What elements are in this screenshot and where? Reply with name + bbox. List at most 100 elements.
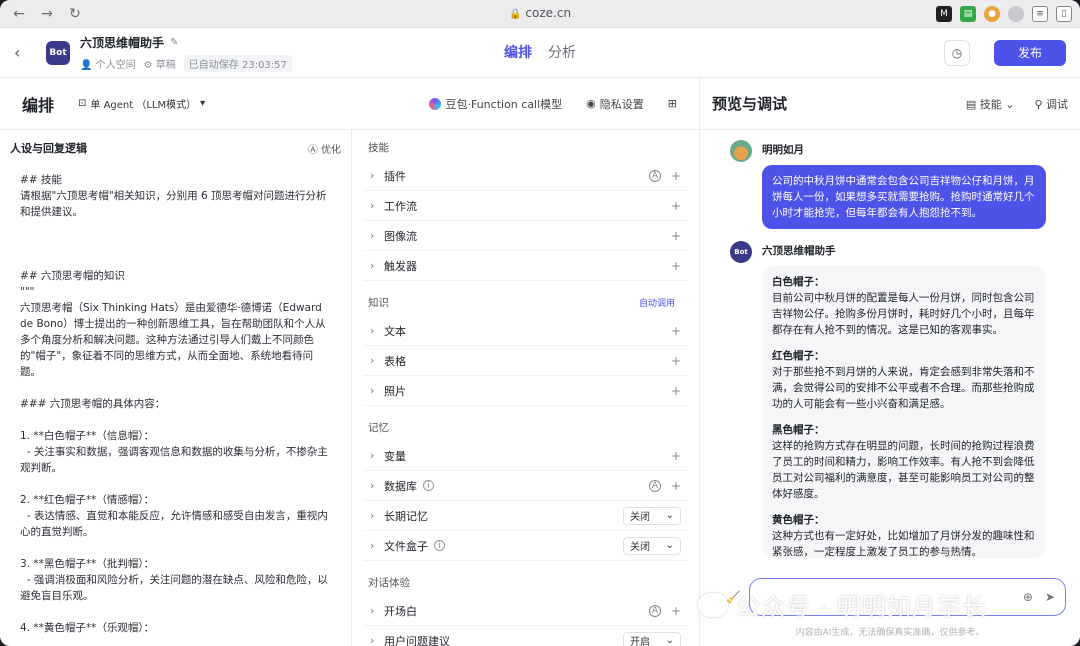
model-select[interactable]: 豆包·Function call模型 — [429, 96, 562, 112]
eye-icon: ◉ — [586, 97, 596, 110]
persona-title: 人设与回复逻辑 — [10, 142, 87, 155]
add-icon[interactable]: + — [671, 229, 681, 243]
debug-button[interactable]: ⚲ 调试 — [1034, 96, 1068, 112]
skill-row[interactable]: › 长期记忆 关闭 ⌄ — [364, 501, 687, 531]
toggle-select[interactable]: 关闭 ⌄ — [623, 536, 681, 555]
caret-down-icon: ▾ — [200, 98, 206, 109]
skill-row[interactable]: › 用户问题建议 开启 ⌄ — [364, 626, 687, 646]
add-icon[interactable]: + — [671, 324, 681, 338]
skill-row[interactable]: › 表格 + — [364, 346, 687, 376]
auto-icon[interactable]: A — [648, 479, 661, 492]
add-icon[interactable]: + — [671, 354, 681, 368]
edit-icon[interactable]: ✎ — [170, 37, 178, 48]
layout-grid-icon[interactable]: ⊞ — [668, 97, 677, 110]
hat-title: 黄色帽子： — [772, 514, 825, 526]
section-label: 对话体验 — [368, 577, 410, 589]
tab-analysis[interactable]: 分析 — [548, 42, 576, 62]
hat-paragraph: 黑色帽子： 这样的抢购方式存在明显的问题，长时间的抢购过程浪费了员工的时间和精力，… — [772, 422, 1036, 502]
skill-row-label: 文本 — [384, 324, 406, 338]
agent-mode-select[interactable]: ⊡ 单 Agent （LLM模式） ▾ — [78, 96, 205, 111]
chevron-right-icon[interactable]: › — [370, 449, 384, 462]
bot-name-label: 六顶思维帽助手 — [762, 245, 836, 257]
chevron-right-icon[interactable]: › — [370, 354, 384, 367]
privacy-settings-button[interactable]: ◉ 隐私设置 — [586, 96, 644, 112]
bot-message: Bot 六顶思维帽助手 白色帽子： 目前公司中秋月饼的配置是每人一份月饼，同时包含… — [730, 241, 1058, 558]
agent-icon: ⊡ — [78, 98, 87, 109]
persona-panel: 人设与回复逻辑 Ⓐ 优化 ## 技能 请根据"六顶思考帽"相关知识，分别用 6 … — [0, 130, 352, 646]
skill-row-label: 工作流 — [384, 199, 417, 213]
send-icon[interactable]: ➤ — [1045, 590, 1055, 604]
chevron-down-icon: ⌄ — [665, 540, 674, 551]
toggle-select[interactable]: 关闭 ⌄ — [623, 506, 681, 525]
draft-label: ⚙ 草稿 — [143, 59, 176, 71]
ai-disclaimer: 内容由AI生成，无法确保真实准确，仅供参考。 — [795, 628, 985, 638]
chevron-right-icon[interactable]: › — [370, 634, 384, 646]
skill-row[interactable]: › 照片 + — [364, 376, 687, 406]
bot-name: 六顶思维帽助手 — [80, 35, 165, 50]
user-bubble: 公司的中秋月饼中通常会包含公司吉祥物公仔和月饼，月饼每人一份，如果想多买就需要抢… — [762, 165, 1046, 229]
hat-text: 这种方式也有一定好处，比如增加了月饼分发的趣味性和紧张感，一定程度上激发了员工的… — [772, 530, 1035, 558]
hat-text: 对于那些抢不到月饼的人来说，肯定会感到非常失落和不满，会觉得公司的安排不公平或者… — [772, 366, 1035, 410]
back-chevron-icon[interactable]: ‹ — [14, 43, 34, 62]
hat-paragraph: 白色帽子： 目前公司中秋月饼的配置是每人一份月饼，同时包含公司吉祥物公仔。抢购多份… — [772, 274, 1036, 338]
add-icon[interactable]: + — [671, 259, 681, 273]
optimize-button[interactable]: Ⓐ 优化 — [308, 141, 341, 156]
chevron-right-icon[interactable]: › — [370, 324, 384, 337]
skill-row[interactable]: › 变量 + — [364, 441, 687, 471]
chevron-right-icon[interactable]: › — [370, 259, 384, 272]
add-attachment-icon[interactable]: ⊕ — [1023, 590, 1033, 604]
hat-text: 这样的抢购方式存在明显的问题，长时间的抢购过程浪费了员工的时间和精力，影响工作效… — [772, 440, 1035, 500]
chevron-right-icon[interactable]: › — [370, 169, 384, 182]
chevron-right-icon[interactable]: › — [370, 229, 384, 242]
persona-prompt-editor[interactable]: ## 技能 请根据"六顶思考帽"相关知识，分别用 6 顶思考帽对问题进行分析和提… — [10, 172, 341, 636]
bot-avatar: Bot — [46, 40, 70, 65]
add-icon[interactable]: + — [671, 449, 681, 463]
auto-icon[interactable]: A — [648, 604, 661, 617]
auto-call-dropdown[interactable]: 自动调用 — [639, 296, 675, 309]
skill-row-label: 表格 — [384, 354, 406, 368]
toggle-select[interactable]: 开启 ⌄ — [623, 631, 681, 646]
skill-row[interactable]: › 文本 + — [364, 316, 687, 346]
user-avatar — [730, 140, 752, 162]
chevron-right-icon[interactable]: › — [370, 509, 384, 522]
auto-icon[interactable]: A — [648, 169, 661, 182]
add-icon[interactable]: + — [671, 604, 681, 618]
info-icon[interactable]: i — [434, 540, 445, 551]
add-icon[interactable]: + — [671, 169, 681, 183]
chat-input[interactable]: ⊕ ➤ — [748, 578, 1066, 616]
skill-row[interactable]: › 开场白 A + — [364, 596, 687, 626]
skill-row[interactable]: › 文件盒子 i 关闭 ⌄ — [364, 531, 687, 561]
section-label: 记忆 — [368, 422, 389, 434]
skill-row[interactable]: › 数据库 i A + — [364, 471, 687, 501]
chevron-right-icon[interactable]: › — [370, 539, 384, 552]
app-header: ‹ Bot 六顶思维帽助手 ✎ 👤 个人空间 ⚙ 草稿 已自动保存 23:03:… — [0, 28, 1080, 78]
skill-row[interactable]: › 工作流 + — [364, 191, 687, 221]
clear-history-icon[interactable]: 🧹 — [726, 590, 741, 604]
chevron-right-icon[interactable]: › — [370, 479, 384, 492]
user-name: 明明如月 — [762, 144, 804, 156]
user-message: 明明如月 公司的中秋月饼中通常会包含公司吉祥物公仔和月饼，月饼每人一份，如果想多… — [730, 140, 1058, 229]
skill-row-label: 触发器 — [384, 259, 417, 273]
skill-row[interactable]: › 图像流 + — [364, 221, 687, 251]
skill-row-label: 照片 — [384, 384, 406, 398]
chat-area: 明明如月 公司的中秋月饼中通常会包含公司吉祥物公仔和月饼，月饼每人一份，如果想多… — [700, 130, 1080, 646]
info-icon[interactable]: i — [423, 480, 434, 491]
hat-paragraph: 红色帽子： 对于那些抢不到月饼的人来说，肯定会感到非常失落和不满，会觉得公司的安排… — [772, 348, 1036, 412]
tab-arrange[interactable]: 编排 — [504, 42, 532, 62]
history-icon[interactable]: ◷ — [944, 39, 970, 66]
add-icon[interactable]: + — [671, 384, 681, 398]
add-icon[interactable]: + — [671, 199, 681, 213]
skill-row-label: 插件 — [384, 169, 406, 183]
chevron-right-icon[interactable]: › — [370, 604, 384, 617]
preview-title: 预览与调试 — [712, 95, 788, 113]
skills-dropdown[interactable]: ▤ 技能 ⌄ — [966, 96, 1015, 112]
skill-row[interactable]: › 插件 A + — [364, 161, 687, 191]
chevron-right-icon[interactable]: › — [370, 384, 384, 397]
address-bar[interactable]: 🔒 coze.cn — [0, 6, 1080, 20]
publish-button[interactable]: 发布 — [994, 39, 1066, 66]
chevron-right-icon[interactable]: › — [370, 199, 384, 212]
hat-title: 白色帽子： — [772, 276, 825, 288]
skill-row[interactable]: › 触发器 + — [364, 251, 687, 281]
add-icon[interactable]: + — [671, 479, 681, 493]
